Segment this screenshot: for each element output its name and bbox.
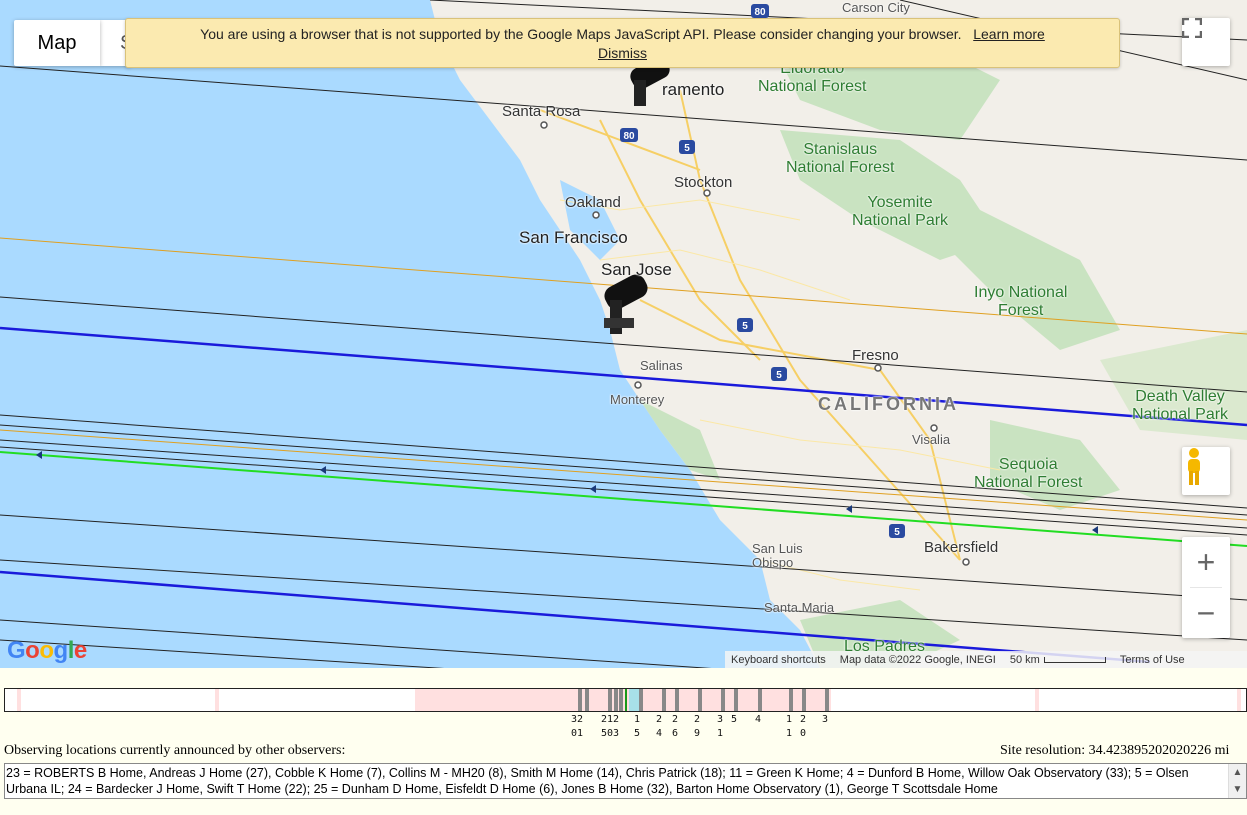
svg-text:5: 5 (894, 527, 900, 538)
place-label: Death Valley National Park (1132, 388, 1229, 423)
street-view-button[interactable] (1182, 447, 1230, 495)
learn-more-link[interactable]: Learn more (973, 26, 1045, 42)
timeline-bar[interactable] (4, 688, 1247, 712)
map-attribution: Keyboard shortcuts Map data ©2022 Google… (725, 651, 1247, 668)
pegman-icon (1188, 448, 1200, 485)
place-label: ramento (662, 80, 725, 99)
timeline-label: 5 (731, 714, 738, 725)
google-logo[interactable]: Google (7, 637, 87, 665)
place-label: Sequoia National Forest (974, 456, 1083, 491)
timeline-label: 31 (717, 714, 724, 739)
timeline-label: 29 (694, 714, 701, 739)
place-label: San Jose (601, 260, 672, 279)
map-data-text: Map data ©2022 Google, INEGI (839, 653, 996, 666)
scroll-up-icon[interactable]: ▲ (1229, 764, 1246, 781)
place-label: Monterey (610, 392, 665, 407)
place-label: Bakersfield (924, 539, 999, 556)
place-label: Santa Rosa (502, 103, 581, 120)
svg-text:5: 5 (776, 370, 782, 381)
svg-text:80: 80 (623, 131, 635, 142)
zoom-in-button[interactable]: + (1182, 537, 1230, 587)
place-label: San Luis Obispo (752, 541, 803, 570)
observers-list-textarea[interactable]: 23 = ROBERTS B Home, Andreas J Home (27)… (4, 763, 1247, 799)
warning-text: You are using a browser that is not supp… (200, 26, 962, 42)
timeline-labels: 32 01 212 503 15 24 26 29 31 5 4 11 20 3 (0, 713, 1247, 743)
zoom-out-button[interactable]: − (1182, 588, 1230, 638)
timeline-label: 26 (672, 714, 679, 739)
svg-text:80: 80 (754, 7, 766, 18)
scale-indicator[interactable]: 50 km (1010, 654, 1106, 666)
place-label: Santa Maria (764, 600, 835, 615)
fullscreen-icon (1182, 18, 1202, 38)
place-label: Yosemite National Park (852, 194, 949, 229)
place-label: Salinas (640, 358, 683, 373)
site-resolution: Site resolution: 34.423895202020226 mi (1000, 743, 1230, 758)
observers-list-text: 23 = ROBERTS B Home, Andreas J Home (27)… (6, 766, 1189, 796)
svg-text:5: 5 (684, 143, 690, 154)
place-label: Stanislaus National Forest (786, 141, 895, 176)
timeline-label: 15 (634, 714, 641, 739)
place-label: Carson City (842, 0, 910, 15)
map-type-button[interactable]: Map (14, 20, 100, 66)
timeline-label: 3 (822, 714, 829, 725)
zoom-control: + − (1182, 537, 1230, 638)
observers-heading: Observing locations currently announced … (4, 743, 346, 758)
terms-link[interactable]: Terms of Use (1120, 654, 1185, 666)
keyboard-shortcuts-link[interactable]: Keyboard shortcuts (731, 654, 826, 666)
dismiss-link[interactable]: Dismiss (598, 45, 647, 61)
scroll-down-icon[interactable]: ▼ (1229, 781, 1246, 798)
browser-warning: You are using a browser that is not supp… (125, 18, 1120, 68)
place-label: Fresno (852, 347, 899, 364)
place-label: Inyo National Forest (974, 284, 1068, 319)
fullscreen-button[interactable] (1182, 18, 1230, 66)
timeline-label: 24 (656, 714, 663, 739)
timeline-label: 4 (755, 714, 762, 725)
timeline-label: 212 503 (601, 714, 620, 739)
place-label: San Francisco (519, 228, 628, 247)
timeline-label: 20 (800, 714, 807, 739)
state-label: CALIFORNIA (818, 394, 959, 414)
place-label: Stockton (674, 174, 733, 191)
place-label: Oakland (565, 194, 621, 211)
map-base: 80 80 5 5 5 5 (0, 0, 1247, 668)
svg-text:5: 5 (742, 321, 748, 332)
timeline-graphic (5, 689, 1246, 711)
map-canvas[interactable]: 80 80 5 5 5 5 Carson City Eldorado Natio… (0, 0, 1247, 668)
place-label: Visalia (912, 432, 951, 447)
timeline-label: 32 01 (571, 714, 584, 739)
timeline-label: 11 (786, 714, 793, 739)
scrollbar[interactable]: ▲ ▼ (1228, 764, 1246, 798)
